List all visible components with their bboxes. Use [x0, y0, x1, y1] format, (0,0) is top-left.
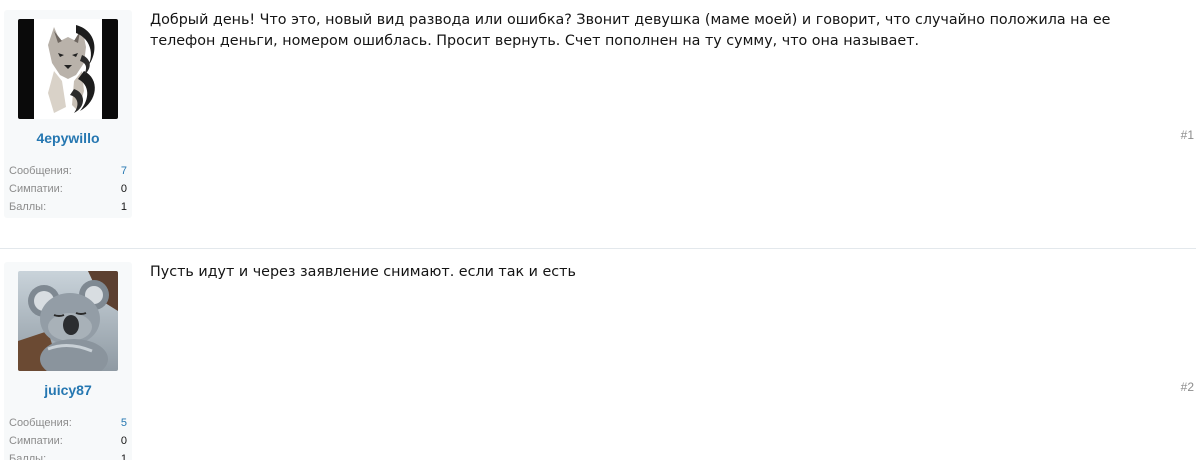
- user-stats: Сообщения: 7 Симпатии: 0 Баллы: 1: [9, 162, 127, 216]
- stat-label: Сообщения:: [9, 165, 72, 177]
- stat-points: Баллы: 1: [9, 198, 127, 216]
- stat-label: Симпатии:: [9, 183, 63, 195]
- stat-value: 1: [120, 453, 127, 460]
- user-info-panel: juicy87 Сообщения: 5 Симпатии: 0 Баллы: …: [4, 262, 132, 460]
- stat-label: Сообщения:: [9, 417, 72, 429]
- stat-value: 0: [120, 183, 127, 195]
- post-permalink[interactable]: #1: [1181, 128, 1194, 142]
- message-thread: 4epywillo Сообщения: 7 Симпатии: 0 Баллы…: [0, 0, 1200, 460]
- stat-label: Баллы:: [9, 453, 47, 460]
- message-post: 4epywillo Сообщения: 7 Симпатии: 0 Баллы…: [0, 0, 1200, 248]
- user-stats: Сообщения: 5 Симпатии: 0 Баллы: 1: [9, 414, 127, 460]
- message-body: Добрый день! Что это, новый вид развода …: [150, 12, 1111, 49]
- post-permalink[interactable]: #2: [1181, 380, 1194, 394]
- stat-messages: Сообщения: 5: [9, 414, 127, 432]
- stat-value-link[interactable]: 7: [121, 162, 127, 180]
- stat-label: Баллы:: [9, 201, 47, 213]
- message-post: juicy87 Сообщения: 5 Симпатии: 0 Баллы: …: [0, 248, 1200, 460]
- stat-value: 1: [120, 201, 127, 213]
- wolf-tribal-avatar-icon: [18, 19, 118, 119]
- stat-likes: Симпатии: 0: [9, 432, 127, 450]
- avatar[interactable]: [18, 19, 118, 119]
- username-link[interactable]: juicy87: [4, 382, 132, 398]
- stat-label: Симпатии:: [9, 435, 63, 447]
- stat-likes: Симпатии: 0: [9, 180, 127, 198]
- username-link[interactable]: 4epywillo: [4, 130, 132, 146]
- stat-value-link[interactable]: 5: [121, 414, 127, 432]
- avatar[interactable]: [18, 271, 118, 371]
- user-info-panel: 4epywillo Сообщения: 7 Симпатии: 0 Баллы…: [4, 10, 132, 218]
- stat-points: Баллы: 1: [9, 450, 127, 460]
- stat-messages: Сообщения: 7: [9, 162, 127, 180]
- koala-avatar-icon: [18, 271, 118, 371]
- message-body: Пусть идут и через заявление снимают. ес…: [150, 264, 576, 280]
- stat-value: 0: [120, 435, 127, 447]
